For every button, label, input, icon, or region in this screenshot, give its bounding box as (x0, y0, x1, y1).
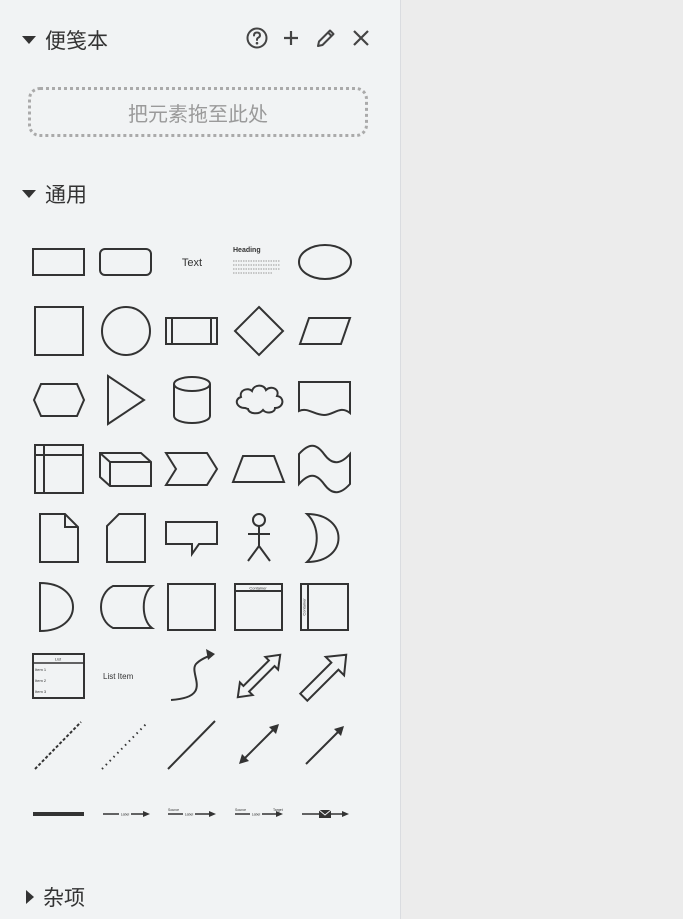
diagram-canvas[interactable] (401, 0, 683, 919)
shape-cylinder[interactable] (161, 369, 223, 431)
shape-stored-data[interactable] (95, 576, 157, 638)
shape-double-block-arrow[interactable] (228, 645, 290, 707)
svg-text:Item 3: Item 3 (35, 689, 47, 694)
shape-process[interactable] (161, 300, 223, 362)
shape-bidirectional-arrow[interactable] (228, 714, 290, 776)
svg-text:Label: Label (185, 813, 194, 817)
shape-dashed-line[interactable] (28, 714, 90, 776)
help-icon (246, 27, 268, 49)
shape-source-connector[interactable]: Label Source (161, 783, 223, 845)
collapse-arrow-icon (22, 36, 36, 44)
misc-section-header[interactable]: 杂项 (22, 882, 85, 912)
misc-section-title: 杂项 (43, 886, 85, 910)
shape-hexagon[interactable] (28, 369, 90, 431)
shape-parallelogram[interactable] (294, 300, 356, 362)
shape-list[interactable]: List Item 1 Item 2 Item 3 (28, 645, 90, 707)
shape-vertical-container[interactable]: Container (294, 576, 356, 638)
svg-text:List Item: List Item (103, 672, 134, 681)
help-button[interactable] (244, 25, 270, 51)
shape-curved-arrow[interactable] (161, 645, 223, 707)
drop-hint: 把元素拖至此处 (128, 101, 268, 126)
pencil-icon (317, 29, 335, 47)
svg-text:List: List (55, 657, 62, 662)
plus-icon (284, 31, 298, 45)
shape-block-arrow[interactable] (294, 645, 356, 707)
shape-actor[interactable] (228, 507, 290, 569)
shape-card[interactable] (95, 507, 157, 569)
svg-text:Text: Text (182, 257, 202, 269)
svg-text:Target: Target (273, 808, 283, 812)
shape-thick-link[interactable] (28, 783, 90, 845)
shape-ellipse[interactable] (294, 231, 356, 293)
svg-text:Heading: Heading (233, 247, 261, 254)
svg-text:Container: Container (302, 598, 307, 616)
scratchpad-header[interactable]: 便笺本 (22, 25, 108, 55)
shape-dotted-line[interactable] (95, 714, 157, 776)
shape-note[interactable] (28, 507, 90, 569)
shape-document[interactable] (294, 369, 356, 431)
svg-text:Item 1: Item 1 (35, 667, 47, 672)
general-section-title: 通用 (45, 183, 87, 207)
shape-step[interactable] (161, 438, 223, 500)
shape-container[interactable] (161, 576, 223, 638)
shape-cube[interactable] (95, 438, 157, 500)
shape-square[interactable] (28, 300, 90, 362)
shape-tape[interactable] (294, 438, 356, 500)
shape-line[interactable] (161, 714, 223, 776)
shape-textbox[interactable]: Heading (228, 231, 290, 293)
svg-text:Item 2: Item 2 (35, 678, 47, 683)
shape-message-connector[interactable] (294, 783, 356, 845)
shape-trapezoid[interactable] (228, 438, 290, 500)
shape-source-target-connector[interactable]: Label Source Target (228, 783, 290, 845)
add-button[interactable] (278, 25, 304, 51)
shape-callout[interactable] (161, 507, 223, 569)
shape-diamond[interactable] (228, 300, 290, 362)
svg-text:Label: Label (252, 813, 261, 817)
shape-labeled-connector[interactable]: Label (95, 783, 157, 845)
expand-arrow-icon (26, 890, 34, 904)
collapse-arrow-icon (22, 190, 36, 198)
shape-cloud[interactable] (228, 369, 290, 431)
edit-button[interactable] (313, 25, 339, 51)
shape-internal-storage[interactable] (28, 438, 90, 500)
svg-text:Container: Container (249, 586, 267, 591)
scratchpad-drop-zone[interactable]: 把元素拖至此处 (28, 87, 368, 137)
shape-delay[interactable] (28, 576, 90, 638)
shape-sidebar: 便笺本 把元素拖至此处 通用 Text Heading Container Co… (0, 0, 401, 919)
shape-triangle[interactable] (95, 369, 157, 431)
shape-circle[interactable] (95, 300, 157, 362)
shape-rounded-rectangle[interactable] (95, 231, 157, 293)
svg-text:Label: Label (121, 813, 130, 817)
shape-or[interactable] (294, 507, 356, 569)
shape-directional-arrow[interactable] (294, 714, 356, 776)
shape-rectangle[interactable] (28, 231, 90, 293)
close-icon (353, 30, 369, 46)
svg-text:Source: Source (168, 808, 179, 812)
close-button[interactable] (348, 25, 374, 51)
svg-text:Source: Source (235, 808, 246, 812)
shape-list-item[interactable]: List Item (95, 645, 157, 707)
shape-titled-container[interactable]: Container (228, 576, 290, 638)
shape-text[interactable]: Text (161, 231, 223, 293)
scratchpad-title: 便笺本 (45, 29, 108, 53)
general-section-header[interactable]: 通用 (22, 179, 87, 209)
